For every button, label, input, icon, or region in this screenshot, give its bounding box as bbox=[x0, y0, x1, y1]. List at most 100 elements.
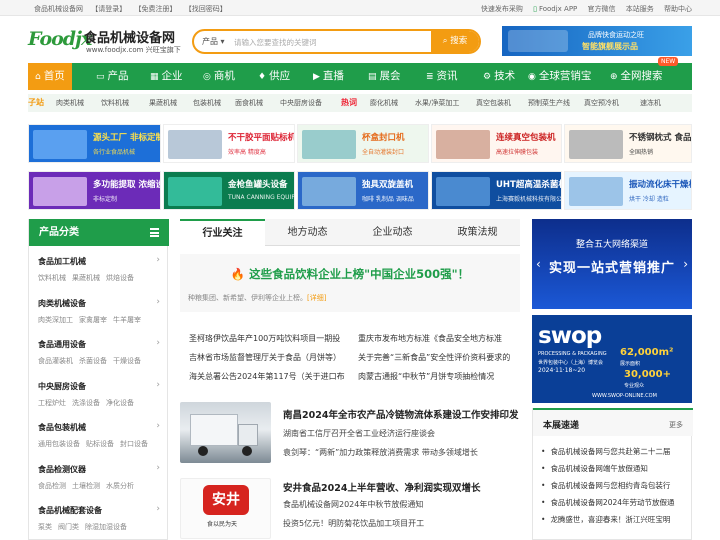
headline-title[interactable]: 🔥 这些食品饮料企业上榜"中国企业500强"！ bbox=[180, 266, 520, 282]
tab[interactable]: 企业动态 bbox=[350, 219, 435, 246]
category-sub-link[interactable]: 土壤检测 bbox=[72, 482, 100, 490]
site-name-link[interactable]: 食品机械设备网 bbox=[34, 5, 83, 13]
category-sub-link[interactable]: 工程炉灶 bbox=[38, 399, 66, 407]
nav-item[interactable]: ⚙ 技术 bbox=[483, 63, 515, 90]
category-sub-link[interactable]: 家禽屠宰 bbox=[79, 316, 107, 324]
hot-keyword-link[interactable]: 预制菜生产线 bbox=[528, 98, 570, 108]
chevron-right-icon[interactable]: › bbox=[156, 421, 160, 431]
nav-item[interactable]: ≣ 资讯 bbox=[426, 63, 458, 90]
news-item-sub[interactable]: 袁剑琴：“两新”加力政策释放消费需求 带动多领域增长 bbox=[283, 447, 478, 458]
category-sub-link[interactable]: 杀菌设备 bbox=[79, 357, 107, 365]
search-input[interactable]: 请输入您要查找的关键词 bbox=[234, 37, 317, 48]
ad-banner[interactable]: 振动流化床干燥机 烘干 冷却 造粒 bbox=[564, 171, 692, 210]
category-sub-link[interactable]: 泵类 bbox=[38, 523, 52, 531]
hot-keyword-link[interactable]: 速冻机 bbox=[640, 98, 661, 108]
news-item-sub[interactable]: 食品机械设备网2024年中秋节放假通知 bbox=[283, 499, 423, 510]
tab[interactable]: 行业关注 bbox=[180, 219, 265, 246]
category-sub-link[interactable]: 阀门类 bbox=[58, 523, 79, 531]
notice-item[interactable]: 食品机械设备网与您共赴第二十二届 bbox=[541, 443, 675, 460]
header-ad-banner[interactable]: 品牌快食运动之旺 智能旗舰展示品 bbox=[502, 26, 692, 56]
chevron-right-icon[interactable]: › bbox=[156, 297, 160, 307]
news-link[interactable]: 关于完善“三新食品”安全性评价资料要求的 bbox=[358, 348, 518, 367]
site-logo[interactable]: Foodjx 食品机械设备网 www.foodjx.com 兴旺宝旗下 bbox=[28, 25, 188, 57]
tab[interactable]: 政策法规 bbox=[435, 219, 520, 246]
ad-banner[interactable]: 连续真空包装机 高速拉伸膜包装 bbox=[431, 124, 562, 163]
category-sub-link[interactable]: 洗涤设备 bbox=[72, 399, 100, 407]
ad-banner[interactable]: 不干胶平面贴标机 效率高 精度高 bbox=[163, 124, 295, 163]
ad-banner[interactable]: 不锈钢枕式 食品包装机全国热销 bbox=[564, 124, 692, 163]
chevron-right-icon[interactable]: › bbox=[156, 463, 160, 473]
category-sub-link[interactable]: 封口设备 bbox=[120, 440, 148, 448]
hot-keyword-link[interactable]: 饮料机械 bbox=[101, 98, 129, 108]
nav-item[interactable]: ▶ 直播 bbox=[313, 63, 344, 90]
news-link[interactable]: 吉林省市场监督管理厅关于食品（月饼等） bbox=[189, 348, 347, 367]
news-link[interactable]: 肉蒙古通报“中秋节”月饼专项抽检情况 bbox=[358, 367, 518, 386]
category-title[interactable]: 食品机械配套设备 bbox=[38, 505, 160, 516]
nav-item[interactable]: ♦ 供应 bbox=[258, 63, 290, 90]
news-link[interactable]: 海关总署公告2024年第117号（关于进口布 bbox=[189, 367, 347, 386]
news-item-title[interactable]: 安井食品2024上半年营收、净利润实现双增长 bbox=[283, 480, 480, 494]
chevron-right-icon[interactable]: › bbox=[683, 257, 688, 271]
category-sub-link[interactable]: 烘焙设备 bbox=[106, 274, 134, 282]
category-sub-link[interactable]: 净化设备 bbox=[106, 399, 134, 407]
nav-item[interactable]: ◎ 商机 bbox=[203, 63, 235, 90]
news-item[interactable]: 安井 食以民为天 安井食品2024上半年营收、净利润实现双增长 食品机械设备网2… bbox=[180, 478, 520, 540]
chevron-right-icon[interactable]: › bbox=[156, 338, 160, 348]
ad-banner[interactable]: 杯盒封口机 全自动灌装封口 bbox=[297, 124, 429, 163]
category-sub-link[interactable]: 干燥设备 bbox=[113, 357, 141, 365]
nav-item[interactable]: ▦ 企业 bbox=[150, 63, 183, 90]
category-title[interactable]: 肉类机械设备 bbox=[38, 298, 160, 309]
site-services-link[interactable]: 本站服务 bbox=[626, 5, 654, 13]
nav-item[interactable]: ⌂ 首页 bbox=[28, 63, 72, 90]
category-sub-link[interactable]: 肉类深加工 bbox=[38, 316, 73, 324]
chevron-right-icon[interactable]: › bbox=[156, 380, 160, 390]
ad-banner[interactable]: 金枪鱼罐头设备 TUNA CANNING EQUIPMENT bbox=[163, 171, 295, 210]
hot-keyword-link[interactable]: 肉类机械 bbox=[56, 98, 84, 108]
chevron-right-icon[interactable]: › bbox=[156, 255, 160, 265]
menu-icon[interactable] bbox=[150, 228, 159, 237]
ad-marketing-promo[interactable]: 整合五大网络渠道 实现一站式营销推广 ‹ › bbox=[532, 219, 692, 309]
news-item[interactable]: 南昌2024年全市农产品冷链物流体系建设工作安排印发 湖南省工信厅召开全省工业经… bbox=[180, 402, 520, 464]
register-link[interactable]: 【免费注册】 bbox=[134, 5, 176, 13]
post-purchase-link[interactable]: 快速发布采购 bbox=[481, 5, 523, 13]
help-center-link[interactable]: 帮助中心 bbox=[664, 5, 692, 13]
news-link[interactable]: 圣柯珞伊饮品年产100万吨饮料项目一期投 bbox=[189, 329, 347, 348]
wechat-link[interactable]: 官方微信 bbox=[588, 5, 616, 13]
nav-item[interactable]: ⊕ 全网搜索 bbox=[610, 63, 663, 90]
search-button[interactable]: ⌕ 搜索 bbox=[431, 31, 479, 52]
notice-item[interactable]: 食品机械设备网端午放假通知 bbox=[541, 460, 675, 477]
hot-keyword-link[interactable]: 果蔬机械 bbox=[149, 98, 177, 108]
ad-banner[interactable]: UHT超高温杀菌机 上海赛毅机械科技有限公司 bbox=[431, 171, 562, 210]
hot-keyword-link[interactable]: 膨化机械 bbox=[370, 98, 398, 108]
hot-keyword-link[interactable]: 中央厨房设备 bbox=[280, 98, 322, 108]
category-sub-link[interactable]: 通用包装设备 bbox=[38, 440, 80, 448]
category-sub-link[interactable]: 果蔬机械 bbox=[72, 274, 100, 282]
hot-keyword-link[interactable]: 真空包装机 bbox=[476, 98, 511, 108]
hot-keyword-link[interactable]: 面食机械 bbox=[235, 98, 263, 108]
hot-keyword-link[interactable]: 包装机械 bbox=[193, 98, 221, 108]
category-title[interactable]: 食品通用设备 bbox=[38, 339, 160, 350]
category-title[interactable]: 中央厨房设备 bbox=[38, 381, 160, 392]
nav-item[interactable]: ▭ 产品 bbox=[96, 63, 129, 90]
category-sub-link[interactable]: 食品灌装机 bbox=[38, 357, 73, 365]
ad-swop-expo[interactable]: swop PROCESSING & PACKAGING 世界包装中心（上海）博览… bbox=[532, 315, 692, 403]
hot-keyword-link[interactable]: 水果/净菜加工 bbox=[415, 98, 459, 108]
category-sub-link[interactable]: 牛羊屠宰 bbox=[113, 316, 141, 324]
hot-keyword-link[interactable]: 真空预冷机 bbox=[584, 98, 619, 108]
chevron-left-icon[interactable]: ‹ bbox=[536, 257, 541, 271]
category-sub-link[interactable]: 饮料机械 bbox=[38, 274, 66, 282]
notice-item[interactable]: 龙腾盛世，喜迎春来！浙江兴旺宝明 bbox=[541, 511, 675, 528]
notice-more-link[interactable]: 更多 bbox=[669, 420, 683, 430]
category-sub-link[interactable]: 除湿加湿设备 bbox=[85, 523, 127, 531]
news-item-sub[interactable]: 投资5亿元！明防菊花饮品加工项目开工 bbox=[283, 518, 424, 529]
detail-link[interactable]: [详细] bbox=[307, 294, 326, 302]
ad-banner[interactable]: 独具双旋盖机 咖啡 乳制品 调味品 bbox=[297, 171, 429, 210]
recover-password-link[interactable]: 【找回密码】 bbox=[185, 5, 227, 13]
category-title[interactable]: 食品加工机械 bbox=[38, 256, 160, 267]
news-link[interactable]: 重庆市发布地方标准《食品安全地方标准 bbox=[358, 329, 518, 348]
login-link[interactable]: 【请登录】 bbox=[91, 5, 126, 13]
chevron-right-icon[interactable]: › bbox=[156, 504, 160, 514]
category-title[interactable]: 食品包装机械 bbox=[38, 422, 160, 433]
category-title[interactable]: 食品检测仪器 bbox=[38, 464, 160, 475]
news-item-sub[interactable]: 湖南省工信厅召开全省工业经济运行座谈会 bbox=[283, 428, 435, 439]
